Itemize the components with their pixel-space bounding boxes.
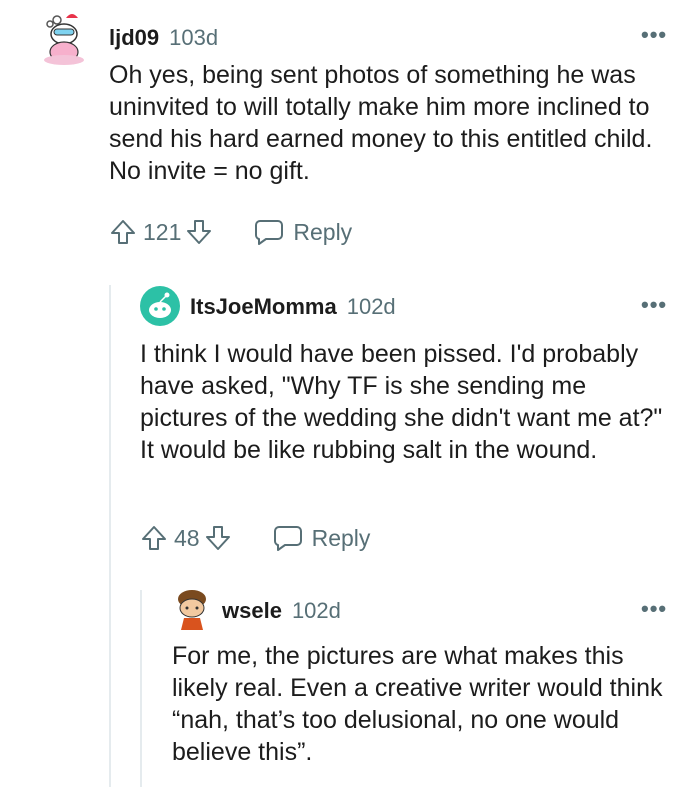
vote-count: 121 [143,218,182,245]
speech-bubble-icon [255,220,284,245]
comment-age: 102d [346,294,396,319]
vote-count: 48 [174,524,200,551]
speech-bubble-icon [273,526,302,551]
username[interactable]: wsele [222,598,282,624]
snoo-avatar-icon [149,292,171,318]
upvote-arrow-icon[interactable] [109,218,137,246]
avatar[interactable] [36,8,92,66]
avatar[interactable] [140,286,180,326]
snoo-avatar-icon [178,590,206,630]
more-options-icon[interactable]: ••• [641,294,667,316]
comment-body: For me, the pictures are what makes this… [172,642,663,766]
comment-actions: 48 Reply [140,524,370,552]
avatar[interactable] [172,588,212,632]
more-options-icon[interactable]: ••• [641,24,667,46]
more-options-icon[interactable]: ••• [641,598,667,620]
reply-button[interactable]: Reply [272,524,371,552]
comment-body: I think I would have been pissed. I'd pr… [140,340,663,464]
reply-label: Reply [293,218,353,245]
comment-age: 102d [291,598,341,623]
comment-meta: wsele 102d [222,598,341,624]
username[interactable]: ljd09 [109,25,159,51]
comment-body: Oh yes, being sent photos of something h… [109,61,653,185]
username[interactable]: ItsJoeMomma [190,294,337,320]
comment-ljd09: ljd09 103d ••• Oh yes, being sent photos… [0,0,700,270]
comment-meta: ItsJoeMomma 102d [190,294,396,320]
downvote-arrow-icon[interactable] [204,524,232,552]
comment-age: 103d [169,25,219,50]
comment-itsjoemomma: ItsJoeMomma 102d ••• I think I would hav… [0,270,700,570]
upvote-arrow-icon[interactable] [140,524,168,552]
snoo-avatar-icon [44,14,84,65]
downvote-arrow-icon[interactable] [185,218,213,246]
reply-label: Reply [311,524,371,551]
comment-meta: ljd09 103d [109,25,218,51]
comment-actions: 121 Reply [109,218,352,246]
reply-button[interactable]: Reply [253,218,352,246]
comment-wsele: wsele 102d ••• For me, the pictures are … [0,580,700,787]
